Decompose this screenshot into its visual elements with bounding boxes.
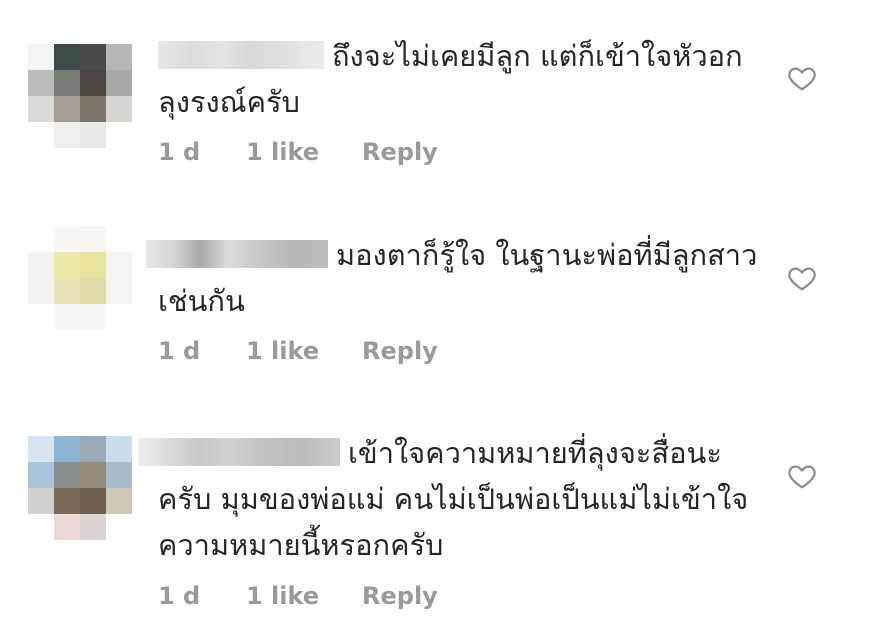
comment-text-block: ถึงจะไม่เคยมีลูก แต่ก็เข้าใจหัวอกลุงรงณ์… — [158, 33, 758, 125]
like-count[interactable]: 1 like — [246, 138, 362, 166]
comment-meta: 1 d 1 like Reply — [158, 337, 438, 365]
comment-text-block: เข้าใจความหมายที่ลุงจะสื่อนะครับ มุมของพ… — [138, 430, 758, 568]
like-count[interactable]: 1 like — [246, 337, 362, 365]
comment-time: 1 d — [158, 337, 201, 365]
comment-meta: 1 d 1 like Reply — [158, 138, 438, 166]
like-count[interactable]: 1 like — [246, 582, 362, 610]
comment-text-block: มองตาก็รู้ใจ ในฐานะพ่อที่มีลูกสาวเช่นกัน — [146, 232, 758, 324]
comment-body: เข้าใจความหมายที่ลุงจะสื่อนะครับ มุมของพ… — [138, 430, 758, 568]
username-blurred[interactable] — [146, 240, 328, 268]
reply-button[interactable]: Reply — [362, 337, 438, 365]
comment-time: 1 d — [158, 138, 201, 166]
comment-body: มองตาก็รู้ใจ ในฐานะพ่อที่มีลูกสาวเช่นกัน — [146, 232, 758, 324]
comment-body: ถึงจะไม่เคยมีลูก แต่ก็เข้าใจหัวอกลุงรงณ์… — [158, 33, 758, 125]
avatar[interactable] — [28, 436, 132, 540]
heart-outline-icon[interactable] — [786, 63, 818, 93]
heart-outline-icon[interactable] — [786, 263, 818, 293]
comment-time: 1 d — [158, 582, 201, 610]
username-blurred[interactable] — [138, 438, 340, 466]
reply-button[interactable]: Reply — [362, 138, 438, 166]
avatar[interactable] — [28, 226, 132, 330]
heart-outline-icon[interactable] — [786, 461, 818, 491]
avatar[interactable] — [28, 44, 132, 148]
username-blurred[interactable] — [158, 41, 324, 69]
reply-button[interactable]: Reply — [362, 582, 438, 610]
comment-meta: 1 d 1 like Reply — [158, 582, 438, 610]
